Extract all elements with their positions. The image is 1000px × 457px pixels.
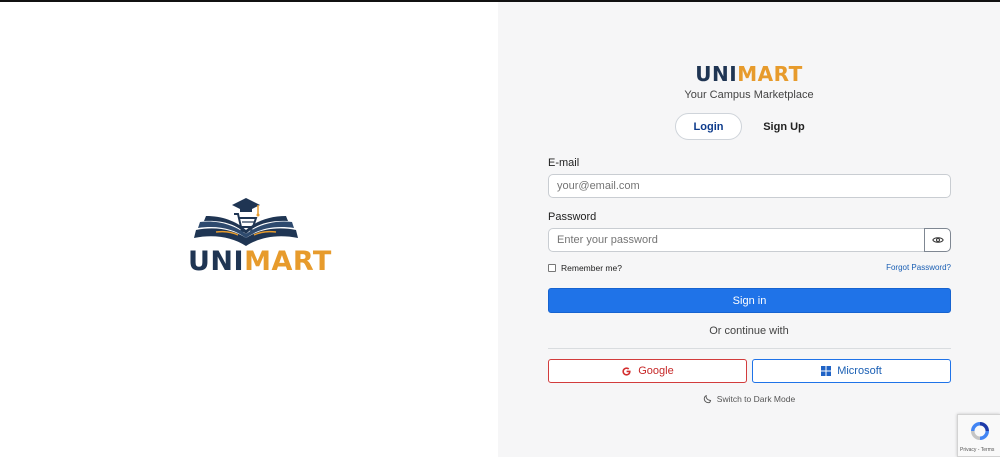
brand-title-mart: MART — [737, 62, 803, 86]
microsoft-label: Microsoft — [837, 365, 882, 377]
eye-icon — [931, 237, 944, 243]
recaptcha-icon — [971, 422, 989, 440]
brand-title-uni: UNI — [695, 62, 738, 86]
google-icon — [622, 366, 631, 376]
logo-wordmark-mart: MART — [244, 246, 332, 277]
password-field[interactable] — [548, 228, 926, 252]
remember-me[interactable]: Remember me? — [548, 263, 622, 273]
recaptcha-links[interactable]: Privacy - Terms — [960, 447, 994, 453]
continue-with-text: Or continue with — [709, 325, 789, 337]
dark-mode-toggle[interactable]: Switch to Dark Mode — [498, 394, 1000, 404]
remember-me-checkbox[interactable] — [548, 264, 556, 272]
google-label: Google — [638, 365, 674, 377]
microsoft-icon — [821, 366, 832, 376]
brand-title: UNIMART — [498, 62, 1000, 86]
brand-panel: UNIMART — [0, 2, 498, 457]
moon-icon — [703, 394, 711, 403]
microsoft-sign-in-button[interactable]: Microsoft — [752, 359, 951, 383]
show-password-button[interactable] — [924, 228, 951, 252]
tab-login[interactable]: Login — [675, 113, 742, 140]
password-label: Password — [548, 211, 597, 223]
logo-wordmark-uni: UNI — [188, 246, 245, 277]
logo-wordmark: UNIMART — [188, 246, 332, 277]
email-label: E-mail — [548, 157, 580, 169]
remember-me-label: Remember me? — [561, 263, 622, 273]
tab-signup[interactable]: Sign Up — [750, 113, 818, 140]
email-field[interactable] — [548, 174, 951, 198]
login-panel: UNIMART Your Campus Marketplace Login Si… — [498, 2, 1000, 457]
google-sign-in-button[interactable]: Google — [548, 359, 747, 383]
dark-mode-label: Switch to Dark Mode — [716, 394, 796, 404]
sign-in-button[interactable]: Sign in — [548, 288, 951, 313]
divider — [548, 348, 951, 349]
forgot-password-link[interactable]: Forgot Password? — [886, 263, 951, 272]
tagline: Your Campus Marketplace — [684, 89, 814, 101]
recaptcha-badge[interactable]: Privacy - Terms — [957, 414, 1000, 457]
book-cart-graduation-cap-icon — [194, 198, 298, 246]
